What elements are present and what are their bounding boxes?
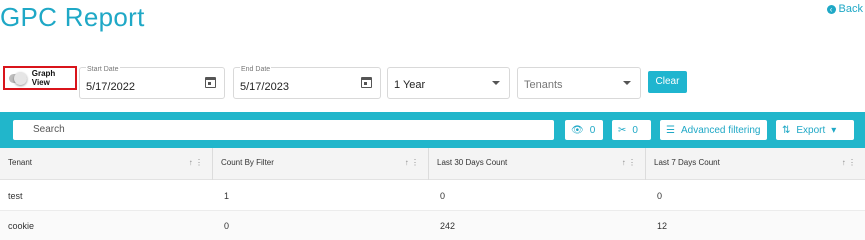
table-cell: 0 [440, 191, 446, 201]
start-date-label: Start Date [86, 66, 120, 73]
advanced-filtering-button[interactable]: ☰ Advanced filtering [660, 120, 767, 140]
eye-icon: 👁 [571, 124, 584, 136]
graph-view-toggle[interactable]: Graph View [3, 66, 77, 90]
sort-arrows-icon: ⇅ [782, 124, 791, 136]
hidden-count: 0 [632, 124, 638, 136]
end-date-label: End Date [240, 66, 272, 73]
calendar-icon[interactable] [361, 77, 372, 88]
table-header: Tenant ↑ ⋮ Count By Filter ↑ ⋮ Last 30 D… [0, 148, 865, 180]
column-header[interactable]: Tenant ↑ ⋮ [0, 148, 213, 180]
toggle-switch[interactable] [9, 71, 27, 85]
sort-menu-icon[interactable]: ↑ ⋮ [842, 148, 856, 178]
sort-menu-icon[interactable]: ↑ ⋮ [622, 148, 636, 178]
chevron-left-icon: ‹ [826, 4, 836, 14]
page-title: GPC Report [0, 2, 145, 32]
sort-menu-icon[interactable]: ↑ ⋮ [189, 148, 203, 178]
table-row[interactable]: cookie 0 242 12 [0, 211, 865, 240]
table-toolbar: Search 👁 0 ✂ 0 ☰ Advanced filtering ⇅ Ex… [0, 112, 865, 148]
filter-lines-icon: ☰ [666, 124, 675, 136]
table-cell: 242 [440, 221, 456, 231]
end-date-field[interactable]: End Date 5/17/2023 [233, 66, 381, 99]
advanced-filtering-label: Advanced filtering [680, 124, 761, 136]
search-input[interactable]: Search [13, 120, 554, 140]
sort-menu-icon[interactable]: ↑ ⋮ [405, 148, 419, 178]
period-select[interactable]: 1 Year [387, 67, 510, 99]
column-header[interactable]: Count By Filter ↑ ⋮ [213, 148, 429, 180]
table-cell: cookie [8, 221, 35, 231]
back-link[interactable]: ‹ Back [826, 3, 863, 15]
start-date-value[interactable]: 5/17/2022 [86, 81, 135, 93]
hidden-columns-button[interactable]: ✂ 0 [612, 120, 651, 140]
end-date-value[interactable]: 5/17/2023 [240, 81, 289, 93]
tenants-select[interactable]: Tenants [517, 67, 641, 99]
period-value: 1 Year [394, 79, 426, 91]
tools-icon: ✂ [618, 124, 627, 136]
table-cell: 12 [657, 221, 668, 231]
export-label: Export [796, 124, 826, 136]
graph-view-label: Graph View [31, 69, 56, 87]
table-cell: test [8, 191, 23, 201]
table-cell: 1 [224, 191, 230, 201]
chevron-down-icon: ▾ [831, 124, 837, 136]
calendar-icon[interactable] [205, 77, 216, 88]
clear-button[interactable]: Clear [648, 71, 687, 93]
table-cell: 0 [657, 191, 663, 201]
visible-count: 0 [589, 124, 596, 136]
column-header[interactable]: Last 30 Days Count ↑ ⋮ [429, 148, 646, 180]
back-label: Back [838, 3, 863, 15]
chevron-down-icon [492, 81, 500, 85]
tenants-placeholder: Tenants [524, 79, 563, 91]
column-header[interactable]: Last 7 Days Count ↑ ⋮ [646, 148, 865, 180]
start-date-field[interactable]: Start Date 5/17/2022 [79, 66, 225, 99]
table-row[interactable]: test 1 0 0 [0, 181, 865, 211]
visible-columns-button[interactable]: 👁 0 [565, 120, 603, 140]
chevron-down-icon [623, 81, 631, 85]
table-cell: 0 [224, 221, 230, 231]
export-button[interactable]: ⇅ Export ▾ [776, 120, 854, 140]
